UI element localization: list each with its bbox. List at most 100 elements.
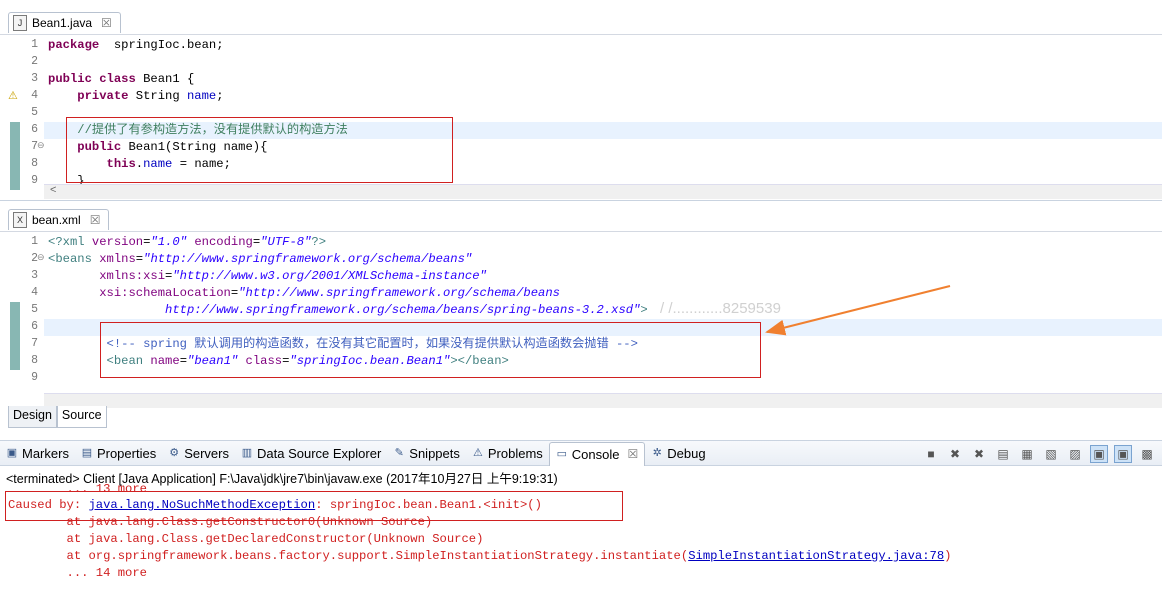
pin-console-icon[interactable]: ▨ xyxy=(1066,445,1084,463)
tab-label: Debug xyxy=(667,445,706,461)
tab-snippets[interactable]: ✎ Snippets xyxy=(387,442,466,464)
show-on-stdout-icon[interactable]: ▣ xyxy=(1090,445,1108,463)
tab-label: bean.xml xyxy=(32,213,81,227)
line-number: 1 xyxy=(31,38,38,51)
line-number: 9 xyxy=(31,174,38,187)
xml-file-icon: X xyxy=(13,212,27,228)
code-token: public xyxy=(48,72,92,86)
code-token: "UTF-8" xyxy=(260,235,312,249)
line-number: 3 xyxy=(31,269,38,282)
code-token: ?> xyxy=(311,235,327,249)
line-number: 2 xyxy=(31,252,38,265)
clear-console-icon[interactable]: ▤ xyxy=(994,445,1012,463)
code-token: Bean1 { xyxy=(135,72,195,86)
console-panel: ▣ Markers ▤ Properties ⚙ Servers ▥ Data Sour… xyxy=(0,440,1162,599)
code-token: package xyxy=(48,38,100,52)
servers-icon: ⚙ xyxy=(169,447,180,459)
code-line: http://www.springframework.org/schema/be… xyxy=(48,302,648,319)
line-number: 2 xyxy=(31,55,38,68)
snippets-icon: ✎ xyxy=(394,447,404,459)
close-icon[interactable]: ☒ xyxy=(101,16,112,30)
show-on-stderr-icon[interactable]: ▣ xyxy=(1114,445,1132,463)
remove-launch-icon[interactable]: ✖ xyxy=(946,445,964,463)
line-number: 8 xyxy=(31,157,38,170)
tab-label: Properties xyxy=(96,445,157,461)
fold-icon[interactable]: ⊖ xyxy=(37,252,45,263)
xml-editor-mode-tabs: Design Source xyxy=(8,406,107,428)
tab-label: Data Source Explorer xyxy=(257,445,382,461)
code-token: "http://www.springframework.org/schema/b… xyxy=(143,252,473,266)
line-number: 7 xyxy=(31,337,38,350)
line-number: 4 xyxy=(31,286,38,299)
close-icon[interactable]: ☒ xyxy=(628,447,639,461)
tab-label: Bean1.java xyxy=(32,16,93,30)
tab-data-source-explorer[interactable]: ▥ Data Source Explorer xyxy=(235,442,387,464)
line-number: 7 xyxy=(31,140,38,153)
tab-problems[interactable]: ⚠ Problems xyxy=(466,442,549,464)
console-toolbar: ■ ✖ ✖ ▤ ▦ ▧ ▨ ▣ ▣ ▩ xyxy=(922,445,1156,463)
xml-editor-tabstrip: X bean.xml ☒ xyxy=(0,207,1162,232)
tab-label: Servers xyxy=(184,445,229,461)
tab-label: Problems xyxy=(487,445,543,461)
line-number: 9 xyxy=(31,371,38,384)
tab-properties[interactable]: ▤ Properties xyxy=(75,442,162,464)
code-token: "1.0" xyxy=(150,235,188,249)
code-token: String xyxy=(128,89,187,103)
tab-servers[interactable]: ⚙ Servers xyxy=(162,442,235,464)
open-console-icon[interactable]: ▩ xyxy=(1138,445,1156,463)
java-horizontal-scrollbar[interactable]: < xyxy=(44,184,1162,199)
tab-bean-xml[interactable]: X bean.xml ☒ xyxy=(8,209,110,230)
word-wrap-icon[interactable]: ▧ xyxy=(1042,445,1060,463)
tab-source[interactable]: Source xyxy=(56,406,107,428)
code-line: public class Bean1 { xyxy=(48,71,194,88)
code-line: private String name; xyxy=(48,88,224,105)
warning-icon[interactable]: ⚠ xyxy=(8,89,18,102)
xml-horizontal-scrollbar[interactable] xyxy=(44,393,1162,408)
data-source-icon: ▥ xyxy=(241,447,253,459)
remove-all-terminated-icon[interactable]: ✖ xyxy=(970,445,988,463)
line-number: 5 xyxy=(31,106,38,119)
scroll-left-icon[interactable]: < xyxy=(50,184,56,196)
line-number: 5 xyxy=(31,303,38,316)
console-icon: ▭ xyxy=(556,448,567,460)
tab-design[interactable]: Design xyxy=(8,406,57,428)
code-token: version xyxy=(91,235,144,249)
code-token: > xyxy=(640,303,648,317)
tab-markers[interactable]: ▣ Markers xyxy=(0,442,75,464)
close-icon[interactable]: ☒ xyxy=(90,213,101,227)
code-token: "http://www.w3.org/2001/XMLSchema-instan… xyxy=(172,269,487,283)
code-token: ; xyxy=(216,89,224,103)
terminate-icon[interactable]: ■ xyxy=(922,445,940,463)
tab-bean1-java[interactable]: J Bean1.java ☒ xyxy=(8,12,121,33)
debug-icon: ✲ xyxy=(652,447,662,459)
annotation-box-exception xyxy=(5,491,623,521)
source-link[interactable]: SimpleInstantiationStrategy.java:78 xyxy=(688,549,944,563)
fold-icon[interactable]: ⊖ xyxy=(37,140,45,151)
code-token: "http://www.springframework.org/schema/b… xyxy=(238,286,560,300)
line-number: 6 xyxy=(31,320,38,333)
markers-icon: ▣ xyxy=(6,447,18,459)
code-token: class xyxy=(99,72,136,86)
line-number: 4 xyxy=(31,89,38,102)
xml-editor: X bean.xml ☒ 1 <?xml version="1.0" encodi… xyxy=(0,205,1162,433)
console-line-at-2: at java.lang.Class.getDeclaredConstructo… xyxy=(8,532,484,546)
console-line-more-bottom: ... 14 more xyxy=(8,566,147,580)
tab-console[interactable]: ▭ Console ☒ xyxy=(548,441,646,466)
code-token: private xyxy=(77,89,129,103)
scroll-lock-icon[interactable]: ▦ xyxy=(1018,445,1036,463)
tab-debug[interactable]: ✲ Debug xyxy=(645,442,711,464)
arrow-line xyxy=(765,285,951,336)
code-token: <beans xyxy=(48,252,92,266)
java-editor-tabstrip: J Bean1.java ☒ xyxy=(0,10,1162,35)
at3-suffix: ) xyxy=(944,549,952,563)
annotation-arrow xyxy=(765,285,951,336)
line-number: 8 xyxy=(31,354,38,367)
code-token: xmlns xyxy=(99,252,136,266)
line-number: 6 xyxy=(31,123,38,136)
